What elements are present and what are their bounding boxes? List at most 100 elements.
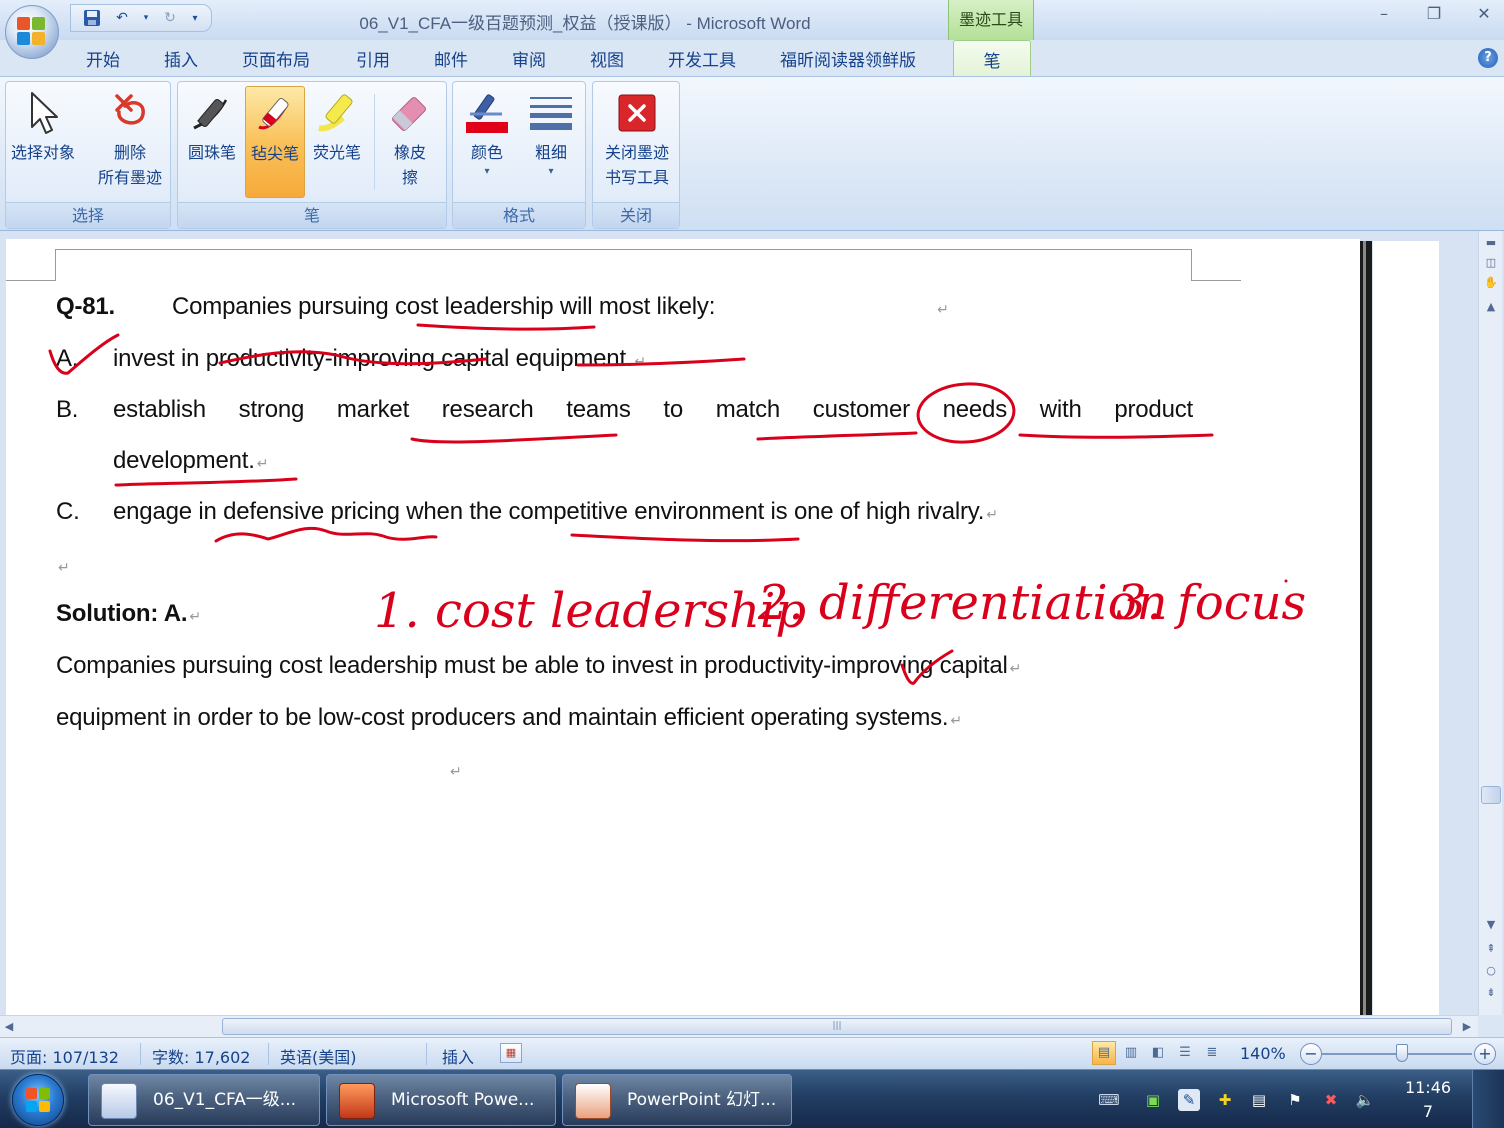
hand-icon[interactable]: ✋ bbox=[1479, 273, 1503, 293]
tab-references[interactable]: 引用 bbox=[356, 46, 390, 71]
highlighter-icon bbox=[306, 86, 368, 140]
corner-mark-left bbox=[55, 249, 56, 281]
zoom-in-button[interactable]: + bbox=[1474, 1043, 1496, 1065]
ink-underline-defensive-pricing bbox=[214, 526, 438, 543]
draft-view-icon[interactable]: ≣ bbox=[1200, 1041, 1224, 1065]
ribbon-tabs: 开始 插入 页面布局 引用 邮件 审阅 视图 开发工具 福昕阅读器领鲜版 bbox=[0, 40, 1504, 76]
thickness-label: 粗细 bbox=[534, 143, 567, 162]
restore-button[interactable]: ❐ bbox=[1422, 4, 1446, 23]
tray-add-icon[interactable]: ✚ bbox=[1214, 1089, 1236, 1111]
network-icon[interactable]: ✖ bbox=[1320, 1089, 1342, 1111]
delete-all-ink-button[interactable]: 删除 所有墨迹 bbox=[90, 86, 170, 198]
tab-insert[interactable]: 插入 bbox=[164, 46, 198, 71]
tab-view[interactable]: 视图 bbox=[590, 46, 624, 71]
horizontal-scroll-thumb[interactable]: ||| bbox=[222, 1018, 1452, 1035]
office-button[interactable] bbox=[5, 5, 59, 59]
tab-page-layout[interactable]: 页面布局 bbox=[242, 46, 310, 71]
full-screen-reading-view-icon[interactable]: ▥ bbox=[1119, 1041, 1143, 1065]
format-group-label: 格式 bbox=[453, 202, 585, 228]
highlighter-button[interactable]: 荧光笔 bbox=[306, 86, 368, 198]
solution-line-1: Companies pursuing cost leadership must … bbox=[56, 652, 1021, 680]
select-group: 选择对象 删除 所有墨迹 选择 bbox=[5, 81, 171, 229]
taskbar-item-slideshow[interactable]: PowerPoint 幻灯... bbox=[562, 1074, 792, 1126]
macro-record-icon[interactable]: ▦ bbox=[500, 1043, 522, 1063]
tray-tool-icon[interactable]: ✎ bbox=[1178, 1089, 1200, 1111]
action-center-flag-icon[interactable]: ⚑ bbox=[1284, 1089, 1306, 1111]
tab-home[interactable]: 开始 bbox=[86, 46, 120, 71]
select-browse-object-icon[interactable]: ○ bbox=[1479, 961, 1503, 981]
ballpoint-pen-icon bbox=[180, 86, 244, 140]
scroll-down-icon[interactable]: ▼ bbox=[1479, 915, 1503, 935]
keyboard-icon[interactable]: ⌨ bbox=[1098, 1089, 1120, 1111]
page-indicator[interactable]: 页面: 107/132 bbox=[10, 1044, 119, 1068]
show-desktop-button[interactable] bbox=[1472, 1070, 1504, 1128]
ink-color-dropdown-icon[interactable]: ▾ bbox=[455, 165, 519, 179]
zoom-slider-thumb[interactable] bbox=[1396, 1044, 1408, 1062]
tray-app-icon[interactable]: ▣ bbox=[1142, 1089, 1164, 1111]
ink-underline-competitive-environment bbox=[570, 533, 800, 543]
tab-pen[interactable]: 笔 bbox=[953, 40, 1031, 78]
print-layout-view-icon[interactable]: ▤ bbox=[1092, 1041, 1116, 1065]
option-a-letter: A. bbox=[56, 345, 79, 372]
select-objects-label: 选择对象 bbox=[10, 143, 75, 162]
help-icon[interactable]: ? bbox=[1478, 48, 1498, 68]
taskbar-item-word[interactable]: 06_V1_CFA一级... bbox=[88, 1074, 320, 1126]
ink-underline-development bbox=[114, 477, 298, 487]
scroll-left-icon[interactable]: ◀ bbox=[0, 1016, 18, 1038]
pen-group-label: 笔 bbox=[178, 202, 446, 228]
felt-tip-pen-button[interactable]: 毡尖笔 bbox=[245, 86, 305, 198]
empty-paragraph-2: ↵ bbox=[448, 755, 462, 783]
start-button[interactable] bbox=[12, 1074, 64, 1126]
title-bar: ↶ ▾ ↻ ▾ 06_V1_CFA一级百题预测_权益（授课版） - Micros… bbox=[0, 0, 1504, 40]
status-divider bbox=[268, 1043, 269, 1065]
vertical-scroll-thumb[interactable] bbox=[1481, 786, 1501, 804]
zoom-level[interactable]: 140% bbox=[1240, 1044, 1286, 1063]
document-page[interactable]: Q-81. Companies pursuing cost leadership… bbox=[6, 239, 1360, 1015]
scroll-right-icon[interactable]: ▶ bbox=[1458, 1016, 1476, 1038]
close-ink-tools-button[interactable]: 关闭墨迹 书写工具 bbox=[597, 86, 677, 198]
tab-developer[interactable]: 开发工具 bbox=[668, 46, 736, 71]
pen-group-separator bbox=[374, 94, 375, 190]
word-count[interactable]: 字数: 17,602 bbox=[152, 1044, 250, 1068]
tab-review[interactable]: 审阅 bbox=[512, 46, 546, 71]
option-b-text: establish strong market research teams t… bbox=[113, 396, 1193, 423]
previous-page-icon[interactable]: ⇞ bbox=[1479, 939, 1503, 959]
outline-view-icon[interactable]: ☰ bbox=[1173, 1041, 1197, 1065]
ballpoint-pen-button[interactable]: 圆珠笔 bbox=[180, 86, 244, 198]
solution-label: Solution: A. ↵ bbox=[56, 600, 201, 628]
select-icon[interactable]: ◫ bbox=[1479, 253, 1503, 273]
close-group: 关闭墨迹 书写工具 关闭 bbox=[592, 81, 680, 229]
close-group-label: 关闭 bbox=[593, 202, 679, 228]
scroll-up-icon[interactable]: ▲ bbox=[1479, 297, 1503, 317]
thickness-button[interactable]: 粗细 ▾ bbox=[519, 86, 583, 198]
option-b-text-cont: development. ↵ bbox=[113, 447, 268, 475]
thickness-dropdown-icon[interactable]: ▾ bbox=[519, 165, 583, 179]
ink-color-button[interactable]: 颜色 ▾ bbox=[455, 86, 519, 198]
language-indicator[interactable]: 英语(美国) bbox=[280, 1044, 357, 1068]
system-clock[interactable]: 11:46 7 bbox=[1396, 1076, 1460, 1124]
select-objects-button[interactable]: 选择对象 bbox=[8, 86, 78, 198]
tray-clipboard-icon[interactable]: ▤ bbox=[1248, 1089, 1270, 1111]
volume-icon[interactable]: 🔈 bbox=[1354, 1089, 1376, 1111]
zoom-out-button[interactable]: − bbox=[1300, 1043, 1322, 1065]
minimize-button[interactable]: – bbox=[1372, 4, 1396, 23]
tab-foxit-reader[interactable]: 福昕阅读器领鲜版 bbox=[780, 46, 916, 71]
vertical-scrollbar[interactable]: ▬ ◫ ✋ ▲ ▼ ⇞ ○ ⇟ bbox=[1478, 231, 1502, 1015]
eraser-button[interactable]: 橡皮 擦 bbox=[378, 86, 442, 198]
tab-mailings[interactable]: 邮件 bbox=[434, 46, 468, 71]
insert-mode[interactable]: 插入 bbox=[442, 1044, 474, 1068]
header-line bbox=[55, 249, 1191, 250]
ink-dot bbox=[1284, 579, 1288, 583]
web-layout-view-icon[interactable]: ◧ bbox=[1146, 1041, 1170, 1065]
close-ink-tools-label-1: 关闭墨迹 bbox=[604, 143, 669, 162]
ruler-toggle-icon[interactable]: ▬ bbox=[1479, 233, 1503, 253]
delete-ink-icon bbox=[90, 86, 170, 140]
horizontal-scrollbar[interactable]: ◀ ||| ▶ bbox=[0, 1015, 1478, 1037]
paragraph-mark: ↵ bbox=[937, 301, 949, 317]
taskbar-item-powerpoint[interactable]: Microsoft Powe... bbox=[326, 1074, 556, 1126]
ink-color-label: 颜色 bbox=[470, 143, 503, 162]
question-number: Q-81. bbox=[56, 293, 116, 320]
close-button[interactable]: ✕ bbox=[1472, 4, 1496, 23]
pen-group: 圆珠笔 毡尖笔 荧光笔 橡皮 擦 笔 bbox=[177, 81, 447, 229]
next-page-icon[interactable]: ⇟ bbox=[1479, 983, 1503, 1003]
